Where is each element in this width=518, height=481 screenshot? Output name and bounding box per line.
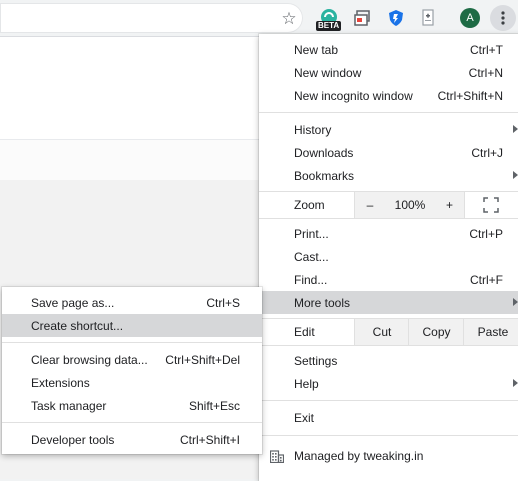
menu-item-label: Managed by tweaking.in (294, 449, 424, 463)
more-vert-icon (501, 11, 505, 25)
extension-page-icon[interactable] (418, 8, 438, 28)
shortcut-label: Ctrl+T (470, 42, 503, 57)
extension-windows-icon[interactable] (353, 8, 373, 28)
menu-item-new-incognito-window[interactable]: New incognito window Ctrl+Shift+N (259, 84, 518, 107)
shortcut-label: Ctrl+Shift+I (179, 432, 240, 447)
edit-row: Edit Cut Copy Paste (259, 319, 518, 345)
zoom-in-button[interactable]: + (435, 192, 464, 218)
paste-button[interactable]: Paste (463, 319, 518, 345)
menu-item-label: New tab (294, 42, 339, 57)
menu-item-label: Save page as... (31, 295, 115, 310)
menu-item-label: Extensions (31, 375, 90, 390)
shortcut-label: Ctrl+J (471, 145, 503, 160)
menu-item-exit[interactable]: Exit (259, 406, 518, 429)
menu-item-managed-by[interactable]: Managed by tweaking.in (259, 443, 518, 469)
submenu-item-clear-browsing-data[interactable]: Clear browsing data... Ctrl+Shift+Del (2, 348, 262, 371)
shortcut-label: Ctrl+S (206, 295, 240, 310)
menu-item-label: Developer tools (31, 432, 115, 447)
menu-item-label: Exit (294, 410, 315, 425)
submenu-arrow-icon (513, 298, 518, 306)
chrome-menu-button[interactable] (490, 5, 516, 31)
menu-separator (259, 345, 518, 346)
submenu-arrow-icon (513, 125, 518, 133)
edit-label: Edit (294, 325, 315, 339)
more-tools-submenu: Save page as... Ctrl+S Create shortcut..… (2, 287, 262, 454)
menu-separator (259, 435, 518, 436)
chrome-main-menu: New tab Ctrl+T New window Ctrl+N New inc… (259, 34, 518, 481)
submenu-arrow-icon (513, 171, 518, 179)
submenu-item-create-shortcut[interactable]: Create shortcut... (2, 314, 262, 337)
menu-item-new-tab[interactable]: New tab Ctrl+T (259, 38, 518, 61)
menu-item-help[interactable]: Help (259, 372, 518, 395)
menu-item-label: Clear browsing data... (31, 352, 148, 367)
submenu-arrow-icon (513, 379, 518, 387)
menu-item-label: Settings (294, 353, 338, 368)
menu-item-label: New window (294, 65, 362, 80)
submenu-item-task-manager[interactable]: Task manager Shift+Esc (2, 394, 262, 417)
address-bar[interactable] (0, 3, 303, 33)
menu-separator (259, 218, 518, 219)
shortcut-label: Ctrl+Shift+Del (165, 352, 240, 367)
extension-shield-icon[interactable] (386, 8, 406, 28)
zoom-label: Zoom (294, 198, 325, 212)
menu-item-bookmarks[interactable]: Bookmarks (259, 164, 518, 187)
menu-item-label: Downloads (294, 145, 354, 160)
menu-separator (2, 422, 262, 423)
zoom-row: Zoom – 100% + (259, 192, 518, 218)
menu-separator (259, 400, 518, 401)
beta-badge: BETA (316, 21, 342, 31)
menu-separator (259, 112, 518, 113)
copy-button[interactable]: Copy (408, 319, 464, 345)
menu-item-label: More tools (294, 295, 351, 310)
profile-avatar[interactable]: A (460, 8, 480, 28)
menu-item-history[interactable]: History (259, 118, 518, 141)
zoom-level-value: 100% (394, 198, 426, 212)
cut-button[interactable]: Cut (354, 319, 409, 345)
zoom-controls: – 100% + (354, 192, 465, 218)
avatar-letter: A (466, 12, 474, 24)
shortcut-label: Ctrl+F (470, 272, 503, 287)
submenu-item-developer-tools[interactable]: Developer tools Ctrl+Shift+I (2, 428, 262, 451)
submenu-item-extensions[interactable]: Extensions (2, 371, 262, 394)
menu-item-print[interactable]: Print... Ctrl+P (259, 222, 518, 245)
menu-item-settings[interactable]: Settings (259, 349, 518, 372)
menu-item-find[interactable]: Find... Ctrl+F (259, 268, 518, 291)
menu-item-downloads[interactable]: Downloads Ctrl+J (259, 141, 518, 164)
enterprise-building-icon (270, 450, 284, 463)
shortcut-label: Shift+Esc (188, 398, 240, 413)
shortcut-label: Ctrl+P (469, 226, 503, 241)
menu-item-label: Help (294, 376, 319, 391)
browser-toolbar: ☆ BETA A (0, 0, 518, 37)
menu-item-label: New incognito window (294, 88, 413, 103)
menu-item-more-tools[interactable]: More tools (259, 291, 518, 314)
shortcut-label: Ctrl+Shift+N (437, 88, 503, 103)
zoom-out-button[interactable]: – (355, 192, 385, 218)
shortcut-label: Ctrl+N (468, 65, 503, 80)
menu-item-label: Create shortcut... (31, 318, 124, 333)
menu-item-label: Task manager (31, 398, 107, 413)
menu-item-label: Bookmarks (294, 168, 355, 183)
menu-item-cast[interactable]: Cast... (259, 245, 518, 268)
submenu-item-save-page[interactable]: Save page as... Ctrl+S (2, 291, 262, 314)
menu-item-label: Print... (294, 226, 329, 241)
fullscreen-icon[interactable] (483, 197, 499, 213)
menu-item-label: Find... (294, 272, 328, 287)
menu-item-new-window[interactable]: New window Ctrl+N (259, 61, 518, 84)
menu-item-label: Cast... (294, 249, 329, 264)
bookmark-star-icon[interactable]: ☆ (280, 9, 298, 27)
menu-item-label: History (294, 122, 332, 137)
menu-separator (2, 342, 262, 343)
